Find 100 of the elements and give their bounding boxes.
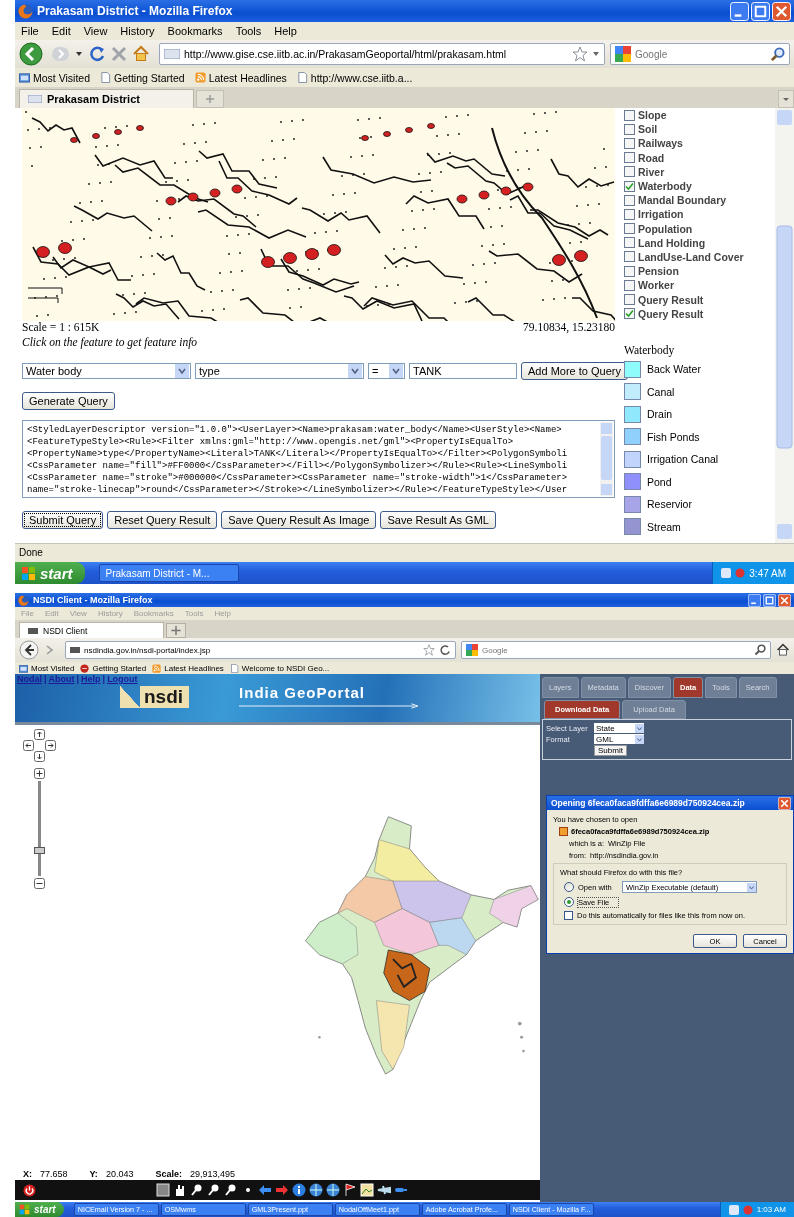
menu-item[interactable]: File [21,25,39,37]
magnifier-icon[interactable] [190,1183,204,1197]
attribute-dropdown[interactable]: type [195,363,364,379]
back-button[interactable] [19,640,39,660]
layer-checkbox[interactable] [624,294,635,306]
bookmark-link[interactable]: Getting Started [114,71,185,84]
menu-item[interactable]: Help [274,25,297,37]
bookmark-link[interactable]: http://www.cse.iitb.a... [310,71,413,84]
menu-item[interactable]: Bookmarks [167,25,223,37]
value-field[interactable]: TANK [409,363,517,379]
layer-dropdown[interactable]: State [594,723,644,733]
layer-checkbox[interactable] [624,265,635,277]
close-button[interactable] [772,1,791,21]
start-button[interactable]: start [15,562,85,584]
menu-item[interactable]: View [83,25,108,37]
radio-button[interactable] [564,882,574,892]
url-input[interactable]: http://www.gise.cse.iitb.ac.in/PrakasamGeoportal/html/prakasam.html [184,48,568,60]
layer-checkbox[interactable] [624,208,635,220]
tray-icon[interactable] [721,568,732,578]
search-field[interactable]: Google [610,43,790,65]
globe-icon[interactable] [309,1183,323,1197]
layer-checkbox[interactable] [624,166,635,178]
layer-checkbox[interactable] [624,109,635,121]
home-icon[interactable] [776,643,790,657]
pan-right-button[interactable] [45,740,56,751]
info-icon[interactable] [292,1183,306,1197]
menu-item[interactable]: Edit [51,25,71,37]
action-button[interactable]: Reset Query Result [107,511,218,529]
star-icon[interactable] [423,644,435,656]
hand-icon[interactable] [173,1183,187,1197]
search-icon[interactable] [770,46,785,62]
browser-tab[interactable]: NSDI Client [19,622,164,638]
layer-checkbox[interactable] [624,137,635,149]
minimize-button[interactable] [748,593,761,607]
query-text-area[interactable]: <StyledLayerDescriptor version="1.0.0"><UserLayer><Name>prakasam:water_body</Name><UserStyle><Name> <FeatureTypeStyle><Rule><Filter xmlns:gml="http://www.opengis.net/gml"><PropertyIsEqualTo> <PropertyName>type</PropertyName><Literal>TANK</Literal></PropertyIsEqualTo></Filter><PolygonSymboli <CssParameter name="fill">#FF0000</CssParameter></Fill></PolygonSymbolizer></Rule><Rule><LineSymboli <CssParameter name="stroke">#000000</CssParameter><CssParameter name="stroke-width">1</CssParameter> name="stroke-linecap">round</CssParameter></Stroke></LineSymbolizer></Rule></FeatureTypeStyle></User [22,420,615,498]
dropdown-arrow-icon[interactable] [75,50,83,58]
format-dropdown[interactable]: GML [594,734,644,744]
layer-checkbox[interactable] [624,308,635,320]
layer-checkbox[interactable] [624,279,635,291]
action-button[interactable]: Save Result As GML [380,511,496,529]
close-button[interactable] [778,796,791,810]
browser-tab[interactable]: Prakasam District [19,89,194,108]
reload-icon[interactable] [439,644,451,656]
action-button[interactable]: Save Query Result As Image [221,511,377,529]
layer-checkbox[interactable] [624,194,635,206]
bookmark-link[interactable]: Getting Started [92,663,147,673]
close-button[interactable] [778,593,791,607]
url-input[interactable]: nsdindia.gov.in/nsdi-portal/index.jsp [84,645,419,655]
minimize-button[interactable] [730,1,749,21]
search-icon[interactable] [754,644,766,656]
radio-button[interactable] [564,897,574,907]
submit-button[interactable]: Submit [594,745,627,756]
river-map-drawing[interactable] [22,108,615,321]
menu-item[interactable]: History [120,25,155,37]
pan-left-button[interactable] [23,740,34,751]
layer-checkbox[interactable] [624,223,635,235]
menu-item[interactable]: Tools [235,25,262,37]
flag-icon[interactable] [343,1183,357,1197]
magnifier-icon[interactable] [207,1183,221,1197]
magnifier-icon[interactable] [224,1183,238,1197]
layer-checkbox[interactable] [624,123,635,135]
tray-icon[interactable] [728,1204,739,1215]
search-field[interactable]: Google [461,641,771,659]
scrollbar[interactable] [775,108,794,543]
arrow-left-icon[interactable] [258,1183,272,1197]
star-icon[interactable] [572,46,588,62]
new-tab-button[interactable] [166,623,186,638]
scrollbar[interactable] [600,422,613,496]
maximize-button[interactable] [751,1,770,21]
action-button[interactable]: Submit Query [22,511,104,529]
zoom-slider-handle[interactable] [34,847,45,854]
layer-checkbox[interactable] [624,251,635,263]
layer-checkbox[interactable] [624,180,635,192]
arrow-right-icon[interactable] [275,1183,289,1197]
forward-button[interactable] [44,644,56,656]
dropdown-arrow-icon[interactable] [592,50,600,58]
layer-checkbox[interactable] [624,152,635,164]
generate-query-button[interactable]: Generate Query [22,392,115,410]
picture-icon[interactable] [360,1183,374,1197]
address-bar[interactable]: nsdindia.gov.in/nsdi-portal/index.jsp [65,641,456,659]
power-icon[interactable] [23,1183,36,1197]
add-query-button[interactable]: Add More to Query [521,362,628,380]
layer-checkbox[interactable] [624,237,635,249]
globe-icon[interactable] [326,1183,340,1197]
reload-icon[interactable] [88,45,106,63]
bookmark-link[interactable]: Latest Headlines [208,71,287,84]
bookmark-link[interactable]: Welcome to NSDI Geo... [241,663,330,673]
pan-up-button[interactable] [34,729,45,740]
taskbar-button[interactable]: Prakasam District - M... [98,564,239,582]
bookmark-link[interactable]: Most Visited [33,71,90,84]
maximize-button[interactable] [763,593,776,607]
zoom-in-button[interactable] [34,768,45,779]
operator-dropdown[interactable]: = [368,363,405,379]
bookmark-link[interactable]: Most Visited [31,663,75,673]
layer-dropdown[interactable]: Water body [22,363,191,379]
pan-down-button[interactable] [34,751,45,762]
bookmark-link[interactable]: Latest Headlines [164,663,224,673]
checkbox[interactable] [564,911,573,920]
zoom-out-button[interactable] [34,878,45,889]
address-bar[interactable]: http://www.gise.cse.iitb.ac.in/PrakasamGeoportal/html/prakasam.html [159,43,605,65]
